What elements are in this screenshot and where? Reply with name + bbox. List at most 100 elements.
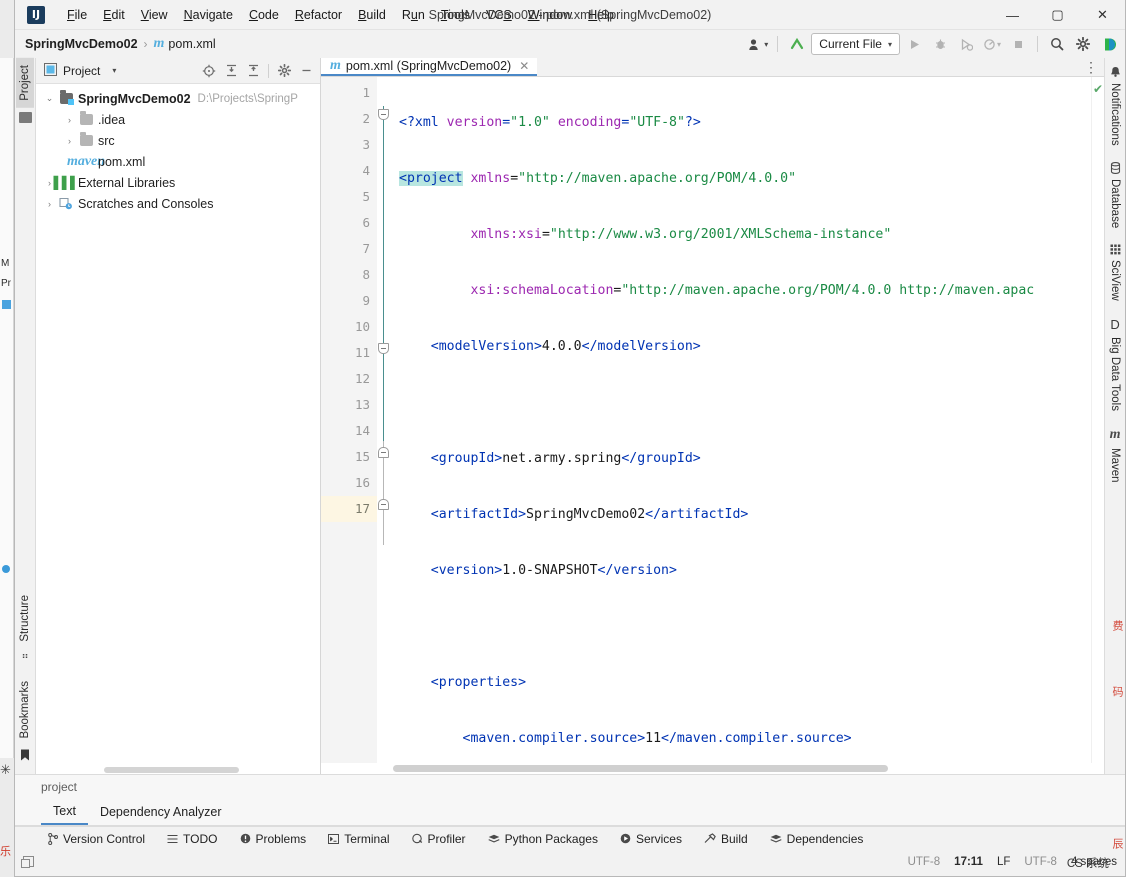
status-line-separator[interactable]: LF bbox=[997, 856, 1010, 868]
debug-icon[interactable] bbox=[928, 33, 952, 55]
twisty-icon[interactable]: › bbox=[62, 115, 77, 125]
minimize-button[interactable]: — bbox=[990, 0, 1035, 30]
panel-settings-gear-icon[interactable] bbox=[274, 61, 294, 81]
tree-label: .idea bbox=[98, 112, 126, 127]
tree-row-pom-xml[interactable]: maven pom.xml bbox=[36, 151, 320, 172]
tree-row-src[interactable]: › src bbox=[36, 130, 320, 151]
tree-label: External Libraries bbox=[78, 175, 176, 190]
line-number: 2 bbox=[362, 111, 370, 126]
tab-text[interactable]: Text bbox=[41, 798, 88, 825]
folder-icon bbox=[77, 111, 95, 125]
close-icon[interactable]: ✕ bbox=[519, 59, 529, 73]
menu-file[interactable]: File bbox=[59, 5, 95, 25]
fold-toggle-properties-end[interactable] bbox=[378, 447, 389, 458]
menu-run[interactable]: Run bbox=[394, 5, 433, 25]
twisty-icon[interactable]: › bbox=[62, 136, 77, 146]
project-panel-caret-icon[interactable]: ▾ bbox=[112, 66, 116, 75]
menu-view[interactable]: View bbox=[133, 5, 176, 25]
tree-row-springmvcdemo02[interactable]: ⌄ SpringMvcDemo02 D:\Projects\SpringP bbox=[36, 88, 320, 109]
settings-gear-icon[interactable] bbox=[1071, 33, 1095, 55]
xml-breadcrumb-project[interactable]: project bbox=[41, 780, 77, 794]
maximize-button[interactable]: ▢ bbox=[1035, 0, 1080, 30]
fold-toggle-project-end[interactable] bbox=[378, 499, 389, 510]
code-text[interactable]: <?xml version="1.0" encoding="UTF-8"?> <… bbox=[391, 77, 1091, 763]
profile-run-icon[interactable]: ▾ bbox=[980, 33, 1004, 55]
code-line-7: <groupId>net.army.spring</groupId> bbox=[430, 451, 701, 466]
close-button[interactable]: ✕ bbox=[1080, 0, 1125, 30]
tree-row-scratches-and-consoles[interactable]: › Scratches and Consoles bbox=[36, 193, 320, 214]
collapse-all-icon[interactable] bbox=[243, 61, 263, 81]
toolwindow-version-control[interactable]: Version Control bbox=[37, 832, 156, 846]
sidebar-item-database[interactable]: Database bbox=[1106, 154, 1124, 236]
toolwindow-dependencies[interactable]: Dependencies bbox=[759, 832, 875, 846]
expand-all-icon[interactable] bbox=[221, 61, 241, 81]
twisty-icon[interactable]: › bbox=[42, 199, 57, 209]
run-icon[interactable] bbox=[902, 33, 926, 55]
sidebar-item-structure[interactable]: Structure bbox=[16, 588, 34, 649]
fold-toggle-project[interactable] bbox=[378, 109, 389, 120]
toolwindow-todo[interactable]: TODO bbox=[156, 832, 228, 846]
sidebar-item-maven[interactable]: m Maven bbox=[1106, 419, 1124, 491]
menu-tools[interactable]: Tools bbox=[433, 5, 478, 25]
status-file-encoding[interactable]: UTF-8 bbox=[1024, 856, 1057, 868]
toolwindow-profiler[interactable]: Profiler bbox=[401, 832, 477, 846]
update-project-icon[interactable] bbox=[785, 33, 809, 55]
sidebar-item-bookmarks[interactable]: Bookmarks bbox=[16, 674, 34, 746]
menu-window[interactable]: Window bbox=[520, 5, 580, 25]
status-encoding[interactable]: UTF-8 bbox=[908, 856, 941, 868]
more-options-icon[interactable]: ⋮ bbox=[1084, 59, 1098, 76]
breadcrumb-file[interactable]: pom.xml bbox=[168, 37, 215, 51]
menu-code[interactable]: Code bbox=[241, 5, 287, 25]
ai-assistant-icon[interactable] bbox=[1097, 33, 1121, 55]
sidebar-item-project[interactable]: Project bbox=[16, 58, 34, 108]
status-caret-position[interactable]: 17:11 bbox=[954, 856, 983, 868]
editor-tab-overflow[interactable]: ⋮ bbox=[1084, 58, 1104, 76]
profile-run-caret-icon: ▾ bbox=[996, 39, 1001, 49]
code-editor[interactable]: 1 2 3 4 5 6 7 8 9 10 11 12 13 14 15 16 1… bbox=[321, 77, 1104, 763]
inspection-ok-icon[interactable]: ✔ bbox=[1093, 82, 1103, 96]
toolwindow-python-packages[interactable]: Python Packages bbox=[477, 832, 609, 846]
status-bar-left[interactable] bbox=[15, 856, 34, 868]
bookmarks-tab-label: Bookmarks bbox=[19, 681, 31, 739]
run-with-coverage-icon[interactable] bbox=[954, 33, 978, 55]
line-number-gutter: 1 2 3 4 5 6 7 8 9 10 11 12 13 14 15 16 1… bbox=[321, 77, 377, 763]
project-panel-horizontal-scrollbar[interactable] bbox=[36, 765, 320, 774]
menu-edit[interactable]: Edit bbox=[95, 5, 133, 25]
run-configuration-selector[interactable]: Current File ▾ bbox=[811, 33, 900, 55]
breadcrumb-project[interactable]: SpringMvcDemo02 bbox=[25, 37, 138, 51]
twisty-icon[interactable]: ⌄ bbox=[42, 93, 57, 104]
toolwindow-build[interactable]: Build bbox=[693, 832, 759, 846]
tab-dependency-analyzer[interactable]: Dependency Analyzer bbox=[88, 798, 234, 825]
search-icon[interactable] bbox=[1045, 33, 1069, 55]
profile-icon[interactable]: ▾ bbox=[746, 33, 770, 55]
maven-icon: m bbox=[1109, 426, 1121, 442]
list-icon bbox=[167, 834, 178, 844]
toolwindow-terminal[interactable]: Terminal bbox=[317, 832, 400, 846]
error-stripe-gutter[interactable]: ✔ bbox=[1091, 77, 1104, 763]
fold-toggle-properties[interactable] bbox=[378, 343, 389, 354]
sidebar-item-notifications[interactable]: Notifications bbox=[1106, 58, 1124, 154]
code-folding-gutter[interactable] bbox=[377, 77, 391, 763]
menu-help[interactable]: Help bbox=[580, 5, 622, 25]
menu-navigate[interactable]: Navigate bbox=[176, 5, 241, 25]
sidebar-item-big-data-tools[interactable]: D Big Data Tools bbox=[1106, 309, 1124, 419]
hide-panel-icon[interactable] bbox=[296, 61, 316, 81]
menu-build[interactable]: Build bbox=[350, 5, 394, 25]
sidebar-item-sciview[interactable]: SciView bbox=[1106, 236, 1124, 309]
menu-vcs[interactable]: VCS bbox=[478, 5, 520, 25]
editor-horizontal-scrollbar[interactable] bbox=[321, 763, 1104, 774]
branch-icon bbox=[48, 832, 58, 845]
toolwindow-services[interactable]: Services bbox=[609, 832, 693, 846]
tree-label: src bbox=[98, 133, 115, 148]
editor-tab-pom-xml[interactable]: m pom.xml (SpringMvcDemo02) ✕ bbox=[321, 58, 538, 76]
python-packages-label: Python Packages bbox=[504, 831, 598, 846]
line-number: 9 bbox=[362, 293, 370, 308]
line-number: 13 bbox=[354, 397, 370, 412]
tree-row-external-libraries[interactable]: › ▌▌▌ External Libraries bbox=[36, 172, 320, 193]
toolwindow-problems[interactable]: Problems bbox=[229, 832, 318, 846]
locate-file-icon[interactable] bbox=[199, 61, 219, 81]
tree-row-idea[interactable]: › .idea bbox=[36, 109, 320, 130]
window-layout-icon[interactable] bbox=[21, 856, 34, 868]
menu-refactor[interactable]: Refactor bbox=[287, 5, 350, 25]
stop-icon[interactable] bbox=[1006, 33, 1030, 55]
